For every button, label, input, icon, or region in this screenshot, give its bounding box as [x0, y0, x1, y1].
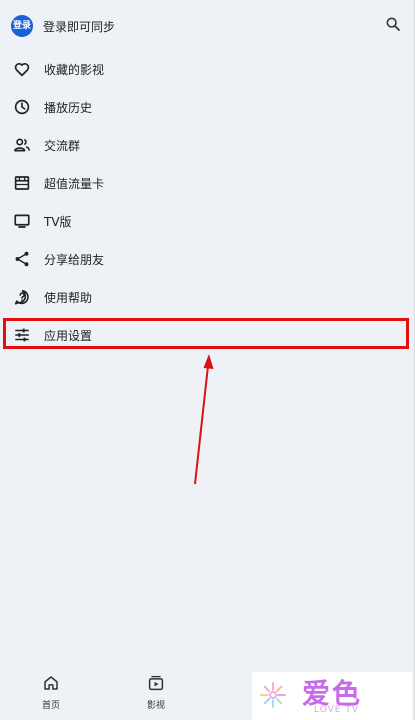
- nav-home-label: 首页: [41, 701, 60, 711]
- menu-item-help[interactable]: 使用帮助: [0, 279, 415, 315]
- tv-icon: [14, 214, 30, 228]
- menu-item-share[interactable]: 分享给朋友: [0, 241, 415, 277]
- watermark-subtext: LOVE TV: [314, 705, 359, 715]
- nav-home[interactable]: 首页: [31, 674, 71, 718]
- menu-item-history[interactable]: 播放历史: [0, 89, 415, 125]
- menu-item-group[interactable]: 交流群: [0, 127, 415, 163]
- menu-item-label: 收藏的影视: [44, 63, 105, 77]
- heart-icon: [14, 62, 30, 77]
- video-icon: [148, 675, 164, 691]
- menu-item-label: 播放历史: [44, 101, 93, 115]
- flower-icon: [260, 682, 286, 708]
- watermark-logo: 爱色 LOVE TV: [252, 672, 412, 720]
- home-icon: [44, 676, 58, 690]
- menu-item-label: 分享给朋友: [44, 253, 105, 267]
- help-icon: [14, 289, 29, 305]
- menu-item-favorites[interactable]: 收藏的影视: [0, 51, 415, 87]
- menu-item-label: 交流群: [44, 139, 81, 153]
- group-icon: [14, 138, 30, 152]
- menu-item-label: 超值流量卡: [44, 177, 105, 191]
- share-icon: [15, 251, 29, 267]
- login-avatar[interactable]: 登录: [11, 15, 33, 37]
- navigation-drawer: 登录 登录即可同步 收藏的影视 播放历史 交流群 超值流量卡 TV版 分享给朋友…: [0, 0, 415, 720]
- clock-icon: [14, 99, 30, 115]
- drawer-header: 登录 登录即可同步: [0, 0, 415, 52]
- search-icon[interactable]: [385, 16, 401, 32]
- nav-videos-label: 影视: [146, 701, 165, 711]
- menu-item-data-card[interactable]: 超值流量卡: [0, 165, 415, 201]
- menu-item-label: TV版: [44, 215, 72, 229]
- login-prompt[interactable]: 登录即可同步: [43, 18, 115, 35]
- menu-item-tv[interactable]: TV版: [0, 203, 415, 239]
- store-icon: [14, 176, 30, 190]
- menu-item-label: 使用帮助: [44, 291, 93, 305]
- nav-videos[interactable]: 影视: [136, 674, 176, 718]
- settings-highlight-box: [3, 318, 409, 349]
